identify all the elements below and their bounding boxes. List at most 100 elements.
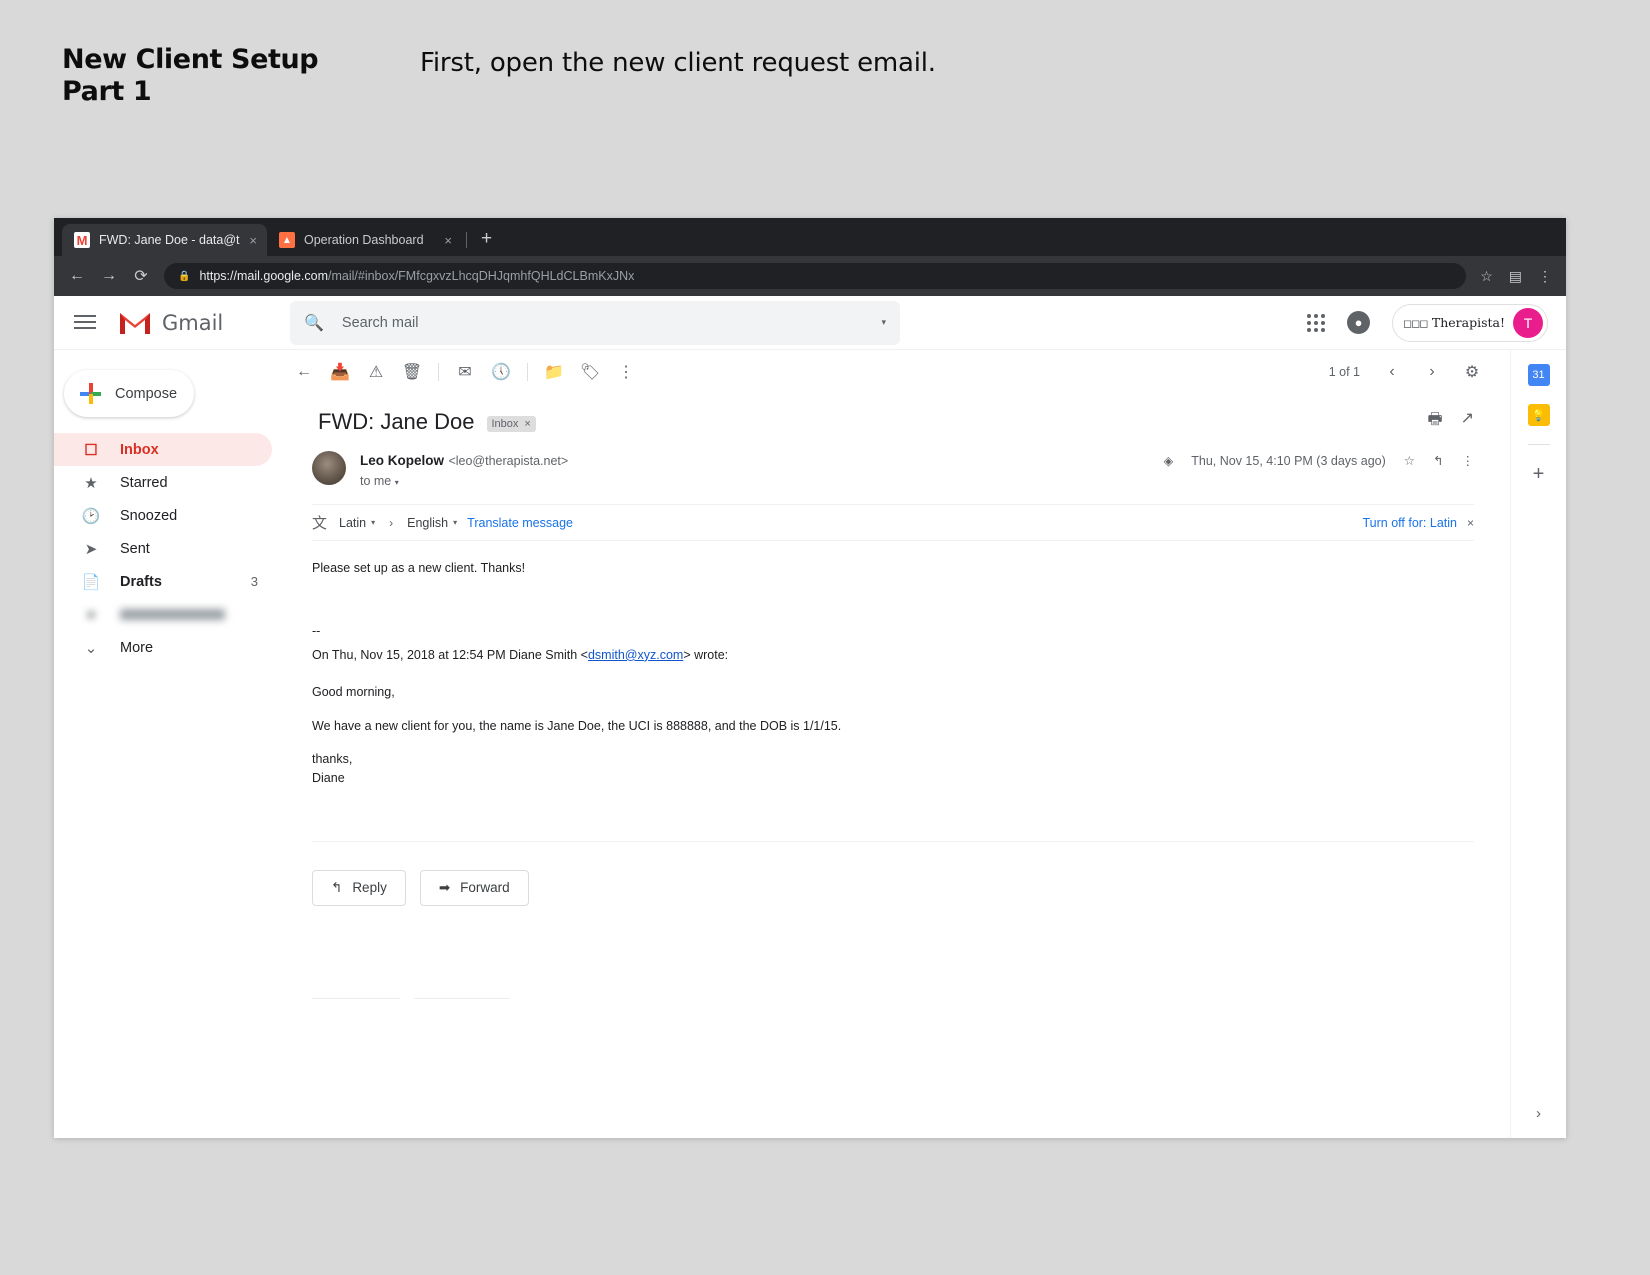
next-page-icon[interactable]: › — [1414, 354, 1450, 390]
url-bar[interactable]: 🔒 https://mail.google.com/mail/#inbox/FM… — [164, 263, 1467, 289]
body-separator: -- — [312, 624, 321, 639]
sidebar-item-label: More — [120, 639, 154, 656]
send-icon: ➤ — [84, 540, 98, 558]
search-icon: 🔍 — [304, 314, 324, 332]
slide-title-line2: Part 1 — [62, 75, 152, 107]
reply-icon: ↰ — [331, 879, 343, 895]
reload-icon[interactable]: ⟳ — [132, 266, 150, 286]
recipient-line[interactable]: to me ▾ — [360, 474, 1164, 488]
reply-label: Reply — [352, 880, 387, 896]
quote-intro: On Thu, Nov 15, 2018 at 12:54 PM Diane S… — [312, 646, 1474, 665]
sidebar-item-label: Drafts — [120, 573, 162, 590]
profile-icon[interactable]: ▤ — [1509, 268, 1522, 285]
forward-icon[interactable]: → — [100, 267, 118, 285]
mail-pane: ← 📥 ⚠ 🗑 ✉ 🕔 📁 🏷 ⋮ 1 of 1 ‹ › ⚙ FWD: Jane… — [272, 350, 1510, 1138]
gmail-logo[interactable]: Gmail — [118, 310, 268, 336]
report-spam-icon[interactable]: ⚠ — [358, 354, 394, 390]
sidebar-item-sent[interactable]: ➤ Sent — [54, 532, 272, 565]
popout-icon[interactable]: ↗ — [1461, 408, 1474, 435]
recipient-text: to me — [360, 474, 392, 488]
more-options-icon[interactable]: ⋮ — [1462, 453, 1475, 468]
gmail-logo-text: Gmail — [162, 310, 224, 335]
brand-logo-chip[interactable]: ◻◻◻ Therapista! T — [1392, 303, 1548, 342]
more-options-icon[interactable]: ⋮ — [608, 354, 644, 390]
sender-name: Leo Kopelow — [360, 453, 444, 468]
calendar-icon[interactable]: 31 — [1527, 364, 1550, 386]
turn-off-translate-link[interactable]: Turn off for: Latin — [1362, 516, 1457, 530]
sidebar-item-inbox[interactable]: ☐ Inbox — [54, 433, 272, 466]
target-language-select[interactable]: English ▾ — [407, 516, 457, 530]
move-to-folder-icon[interactable]: 📁 — [536, 354, 572, 390]
chevron-down-icon[interactable]: ▾ — [395, 478, 399, 487]
gmail-logo-icon — [120, 312, 150, 334]
apps-grid-icon[interactable] — [1307, 313, 1325, 332]
target-language-label: English — [407, 515, 449, 530]
reply-button[interactable]: ↰ Reply — [312, 869, 406, 906]
snooze-clock-icon[interactable]: 🕔 — [483, 354, 519, 390]
label-tag-icon[interactable]: 🏷 — [572, 354, 608, 390]
toolbar-right: 1 of 1 ‹ › ⚙ — [1329, 354, 1490, 390]
browser-tab-gmail[interactable]: M FWD: Jane Doe - data@therapi × — [62, 224, 267, 256]
inbox-icon: ☐ — [84, 441, 98, 459]
close-icon[interactable]: × — [444, 233, 452, 248]
add-addon-icon[interactable]: + — [1533, 463, 1545, 486]
url-host: mail.google.com — [236, 269, 328, 283]
status-badge[interactable]: Inbox × — [486, 415, 536, 432]
search-bar[interactable]: 🔍 ▾ — [290, 300, 900, 345]
prev-page-icon[interactable]: ‹ — [1374, 354, 1410, 390]
quote-email-link[interactable]: dsmith@xyz.com — [588, 648, 683, 662]
message-actions: ↰ Reply ➡ Forward — [312, 869, 1474, 906]
ghost-action-row — [312, 997, 1474, 999]
settings-gear-icon[interactable]: ⚙ — [1454, 354, 1490, 390]
url-path: /mail/#inbox/FMfcgxvzLhcqDHJqmhfQHLdCLBm… — [328, 269, 635, 283]
close-icon[interactable]: × — [524, 418, 530, 430]
archive-icon[interactable]: 📥 — [322, 354, 358, 390]
draft-icon: 📄 — [81, 573, 101, 591]
browser-window: M FWD: Jane Doe - data@therapi × ▲ Opera… — [54, 218, 1566, 1138]
forward-button[interactable]: ➡ Forward — [419, 869, 529, 906]
avatar[interactable]: T — [1513, 307, 1543, 338]
sidebar-item-starred[interactable]: ★ Starred — [54, 466, 272, 499]
trash-icon[interactable]: 🗑 — [394, 354, 430, 390]
new-tab-button[interactable]: + — [471, 228, 502, 256]
gmail-app: Gmail 🔍 ▾ ● ◻◻◻ Therapista! T — [54, 296, 1566, 1138]
browser-tab-title: FWD: Jane Doe - data@therapi — [99, 233, 240, 247]
star-icon[interactable]: ☆ — [1404, 453, 1415, 468]
message-meta: ◈ Thu, Nov 15, 4:10 PM (3 days ago) ☆ ↰ … — [1164, 451, 1475, 469]
close-icon[interactable]: × — [1467, 516, 1474, 530]
translate-icon: 文 — [312, 515, 328, 532]
reply-icon[interactable]: ↰ — [1433, 453, 1443, 468]
back-icon[interactable]: ← — [68, 267, 86, 285]
compose-button[interactable]: Compose — [64, 370, 194, 417]
close-icon[interactable]: × — [249, 233, 257, 248]
sidebar-item-more[interactable]: ⌄ More — [54, 631, 272, 664]
chevron-down-icon[interactable]: ▾ — [881, 317, 886, 328]
body-signoff: thanks, — [312, 751, 353, 766]
back-to-inbox-icon[interactable]: ← — [286, 354, 322, 390]
birds-icon: ◻◻◻ — [1403, 317, 1428, 330]
search-input[interactable] — [341, 314, 882, 331]
notifications-icon[interactable]: ● — [1347, 311, 1370, 334]
url-scheme: https:// — [199, 269, 237, 283]
sidebar-item-snoozed[interactable]: 🕑 Snoozed — [54, 499, 272, 532]
source-language-label: Latin — [339, 515, 367, 530]
sidebar-item-label: Inbox — [120, 441, 159, 458]
keep-icon[interactable]: 💡 — [1527, 404, 1550, 426]
divider — [312, 840, 1474, 842]
mark-unread-icon[interactable]: ✉ — [447, 354, 483, 390]
sidebar-item-redacted[interactable]: ● — [54, 598, 272, 631]
print-icon[interactable]: 🖶 — [1427, 408, 1442, 435]
browser-menu-icon[interactable]: ⋮ — [1538, 268, 1552, 285]
main-menu-icon[interactable] — [74, 315, 96, 330]
mail-toolbar: ← 📥 ⚠ 🗑 ✉ 🕔 📁 🏷 ⋮ 1 of 1 ‹ › ⚙ — [272, 350, 1510, 394]
browser-tab-dashboard[interactable]: ▲ Operation Dashboard × — [267, 224, 462, 256]
source-language-select[interactable]: Latin ▾ — [339, 516, 375, 530]
slide-title-line1: New Client Setup — [62, 44, 319, 75]
sidebar-item-drafts[interactable]: 📄 Drafts 3 — [54, 565, 272, 598]
bookmark-star-icon[interactable]: ☆ — [1480, 268, 1493, 285]
body-greeting: Good morning, — [312, 685, 395, 700]
sidebar-item-label: Snoozed — [120, 507, 178, 524]
translate-message-link[interactable]: Translate message — [467, 516, 573, 530]
avatar — [312, 451, 346, 485]
expand-rail-icon[interactable]: › — [1536, 1105, 1541, 1122]
